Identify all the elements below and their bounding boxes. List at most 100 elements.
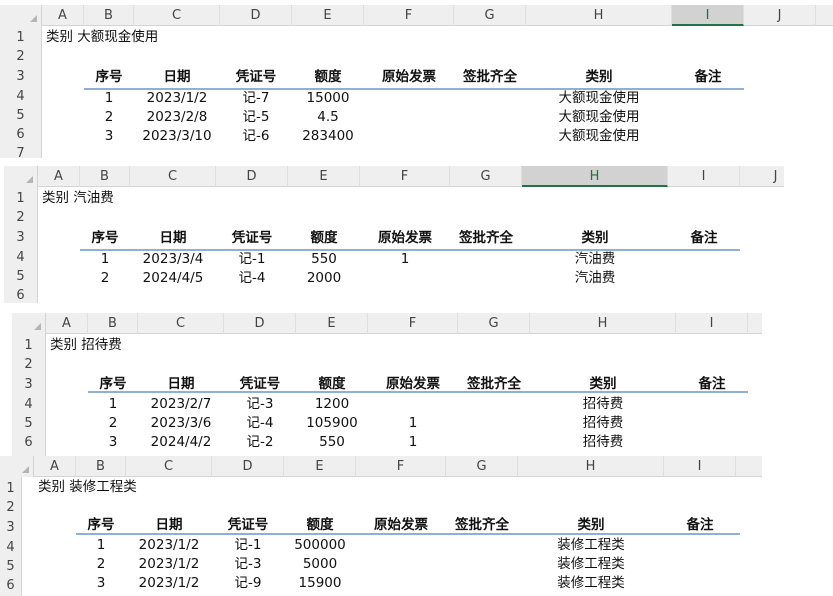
cell-amount[interactable]: 500000 — [284, 536, 356, 555]
cell-invoice[interactable]: 1 — [368, 414, 458, 433]
cell-seq[interactable]: 2 — [88, 414, 138, 433]
cell-category[interactable]: 汽油费 — [522, 250, 668, 269]
cell-category[interactable]: 装修工程类 — [518, 536, 664, 555]
row-header-3[interactable]: 3 — [4, 228, 37, 247]
header-amount[interactable]: 额度 — [292, 68, 364, 87]
cell-seq[interactable]: 1 — [76, 536, 126, 555]
row-header-2[interactable]: 2 — [4, 208, 37, 227]
col-header-i[interactable]: I — [676, 313, 748, 334]
cell-seq[interactable]: 3 — [88, 433, 138, 452]
row-header-5[interactable]: 5 — [12, 414, 45, 433]
header-category[interactable]: 类别 — [526, 68, 672, 87]
cell-seq[interactable]: 2 — [80, 269, 130, 288]
col-header-d[interactable]: D — [212, 456, 284, 477]
col-header-e[interactable]: E — [296, 313, 368, 334]
col-header-g[interactable]: G — [446, 456, 518, 477]
row-header-5[interactable]: 5 — [0, 557, 21, 576]
cell-voucher[interactable]: 记-9 — [212, 574, 284, 593]
cell-voucher[interactable]: 记-3 — [212, 555, 284, 574]
row-header-1[interactable]: 1 — [4, 189, 37, 208]
select-all-corner[interactable] — [12, 313, 46, 334]
col-header-i[interactable]: I — [668, 166, 740, 187]
col-header-j[interactable]: J — [740, 166, 784, 187]
col-header-e[interactable]: E — [284, 456, 356, 477]
row-header-4[interactable]: 4 — [0, 87, 41, 106]
cell-amount[interactable]: 4.5 — [292, 108, 364, 127]
cell-date[interactable]: 2023/2/7 — [138, 395, 224, 414]
cell-amount[interactable]: 283400 — [292, 127, 364, 146]
cell-seq[interactable]: 3 — [84, 127, 134, 146]
cell-category[interactable]: 大额现金使用 — [526, 127, 672, 146]
row-header-3[interactable]: 3 — [12, 375, 45, 394]
row-header-4[interactable]: 4 — [4, 248, 37, 267]
cell-amount[interactable]: 2000 — [288, 269, 360, 288]
col-header-c[interactable]: C — [126, 456, 212, 477]
cell-voucher[interactable]: 记-3 — [224, 395, 296, 414]
cell-amount[interactable]: 105900 — [296, 414, 368, 433]
header-voucher[interactable]: 凭证号 — [216, 229, 288, 248]
cell-amount[interactable]: 550 — [288, 250, 360, 269]
header-amount[interactable]: 额度 — [288, 229, 360, 248]
col-header-b[interactable]: B — [80, 166, 130, 187]
row-header-1[interactable]: 1 — [12, 336, 45, 355]
col-header-b[interactable]: B — [84, 5, 134, 26]
col-header-f[interactable]: F — [356, 456, 446, 477]
row-header-6[interactable]: 6 — [4, 286, 37, 303]
col-header-g[interactable]: G — [450, 166, 522, 187]
col-header-h[interactable]: H — [530, 313, 676, 334]
row-header-3[interactable]: 3 — [0, 518, 21, 537]
row-header-1[interactable]: 1 — [0, 479, 21, 498]
sheet-title[interactable]: 类别 汽油费 — [42, 189, 114, 208]
cell-invoice[interactable]: 1 — [368, 433, 458, 452]
cell-category[interactable]: 装修工程类 — [518, 555, 664, 574]
col-header-h[interactable]: H — [522, 166, 668, 187]
col-header-b[interactable]: B — [76, 456, 126, 477]
row-header-6[interactable]: 6 — [0, 576, 21, 595]
col-header-e[interactable]: E — [288, 166, 360, 187]
select-all-corner[interactable] — [4, 166, 38, 187]
cell-category[interactable]: 大额现金使用 — [526, 108, 672, 127]
cell-amount[interactable]: 5000 — [284, 555, 356, 574]
col-header-i[interactable]: I — [672, 5, 744, 26]
cell-date[interactable]: 2023/1/2 — [126, 574, 212, 593]
cell-date[interactable]: 2024/4/5 — [130, 269, 216, 288]
cell-voucher[interactable]: 记-4 — [216, 269, 288, 288]
col-header-a[interactable]: A — [34, 456, 76, 477]
col-header-b[interactable]: B — [88, 313, 138, 334]
cell-seq[interactable]: 2 — [76, 555, 126, 574]
cell-voucher[interactable]: 记-7 — [220, 89, 292, 108]
cell-category[interactable]: 招待费 — [530, 395, 676, 414]
row-header-2[interactable]: 2 — [12, 355, 45, 374]
col-header-j[interactable]: J — [744, 5, 816, 26]
header-date[interactable]: 日期 — [130, 229, 216, 248]
row-header-5[interactable]: 5 — [0, 106, 41, 125]
cell-category[interactable]: 汽油费 — [522, 269, 668, 288]
col-header-i[interactable]: I — [664, 456, 736, 477]
col-header-d[interactable]: D — [224, 313, 296, 334]
select-all-corner[interactable] — [0, 456, 34, 477]
cell-category[interactable]: 大额现金使用 — [526, 89, 672, 108]
cell-seq[interactable]: 1 — [88, 395, 138, 414]
header-invoice[interactable]: 原始发票 — [360, 229, 450, 248]
row-header-1[interactable]: 1 — [0, 28, 41, 47]
cell-seq[interactable]: 1 — [84, 89, 134, 108]
col-header-h[interactable]: H — [518, 456, 664, 477]
cell-amount[interactable]: 1200 — [296, 395, 368, 414]
col-header-g[interactable]: G — [458, 313, 530, 334]
col-header-c[interactable]: C — [138, 313, 224, 334]
cell-date[interactable]: 2023/3/4 — [130, 250, 216, 269]
row-header-6[interactable]: 6 — [0, 125, 41, 144]
cell-category[interactable]: 招待费 — [530, 433, 676, 452]
row-header-4[interactable]: 4 — [0, 538, 21, 557]
col-header-f[interactable]: F — [360, 166, 450, 187]
sheet-title[interactable]: 类别 大额现金使用 — [46, 28, 158, 47]
header-seq[interactable]: 序号 — [80, 229, 130, 248]
header-approval[interactable]: 签批齐全 — [454, 68, 526, 87]
sheet-title[interactable]: 类别 招待费 — [50, 336, 122, 355]
cell-date[interactable]: 2024/4/2 — [138, 433, 224, 452]
cell-voucher[interactable]: 记-2 — [224, 433, 296, 452]
col-header-h[interactable]: H — [526, 5, 672, 26]
row-header-7[interactable]: 7 — [0, 144, 41, 158]
cell-voucher[interactable]: 记-4 — [224, 414, 296, 433]
cell-seq[interactable]: 2 — [84, 108, 134, 127]
